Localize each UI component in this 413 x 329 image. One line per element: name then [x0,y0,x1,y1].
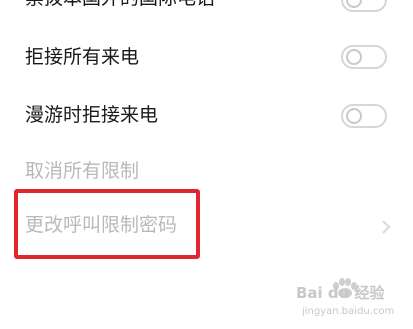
setting-label-reject-all: 拒接所有来电 [25,46,140,68]
baidu-jingyan-watermark: Bai du 经验 jingyan.baidu.com [296,272,408,322]
watermark-brand: Bai du 经验 [296,284,385,302]
toggle-knob [346,49,362,65]
toggle-switch-reject-roaming[interactable] [341,104,387,128]
toggle-knob [346,0,362,8]
toggle-switch-reject-all[interactable] [341,45,387,69]
setting-label-reject-roaming: 漫游时拒接来电 [25,104,159,126]
setting-row-reject-roaming[interactable]: 漫游时拒接来电 [0,88,413,144]
setting-row-reject-all[interactable]: 拒接所有来电 [0,30,413,86]
toggle-knob [346,108,362,124]
toggle-switch-intl-calls[interactable] [341,0,387,12]
highlight-box [14,189,200,259]
setting-label-cancel-all-restrictions: 取消所有限制 [25,160,140,182]
watermark-url: jingyan.baidu.com [302,306,395,317]
setting-row-intl-calls[interactable]: 禁拨本国外的国际电话 [0,0,413,16]
chevron-right-icon [382,220,391,234]
setting-label-intl-calls: 禁拨本国外的国际电话 [25,0,215,10]
